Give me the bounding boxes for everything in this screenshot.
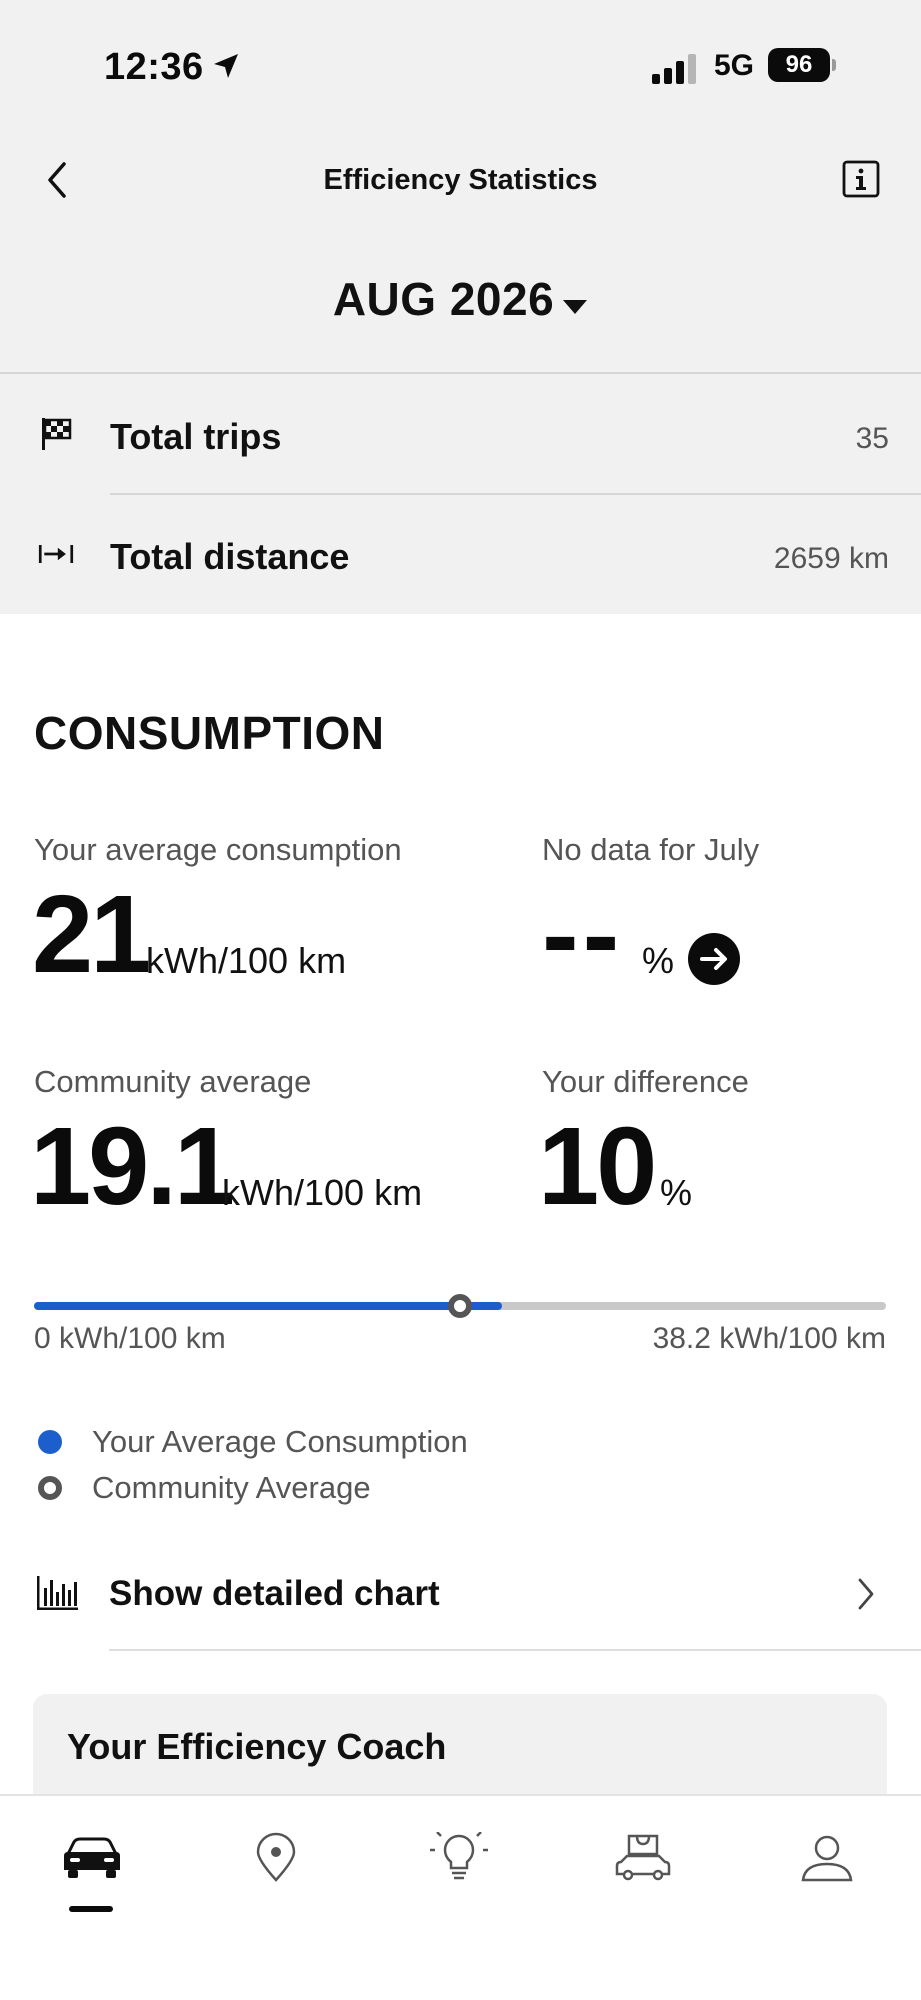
total-distance-label: Total distance [110,536,350,577]
legend-community-label: Community Average [92,1470,371,1505]
community-average-value: 19.1 [30,1105,235,1228]
month-selector[interactable]: AUG 2026 [0,272,921,328]
previous-month-arrow-button[interactable] [688,933,740,985]
total-trips-value: 35 [855,422,889,455]
your-average-unit: kWh/100 km [146,940,347,981]
profile-icon [801,1835,853,1882]
your-consumption-fill [34,1302,502,1310]
your-average-label: Your average consumption [34,832,402,867]
location-pin-icon [256,1832,296,1882]
car-icon [64,1837,120,1878]
lightbulb-icon [430,1832,488,1880]
previous-month-label: No data for July [542,832,760,867]
battery-icon: 96 [768,48,836,82]
blue-dot-icon [38,1430,62,1454]
community-average-unit: kWh/100 km [222,1172,423,1213]
total-distance-row: Total distance 2659 km [0,496,921,614]
tab-map[interactable] [241,1832,311,1902]
tab-vehicle[interactable] [57,1832,127,1912]
total-trips-row: Total trips 35 [0,376,921,494]
total-trips-label: Total trips [110,416,282,457]
your-average-value: 21 [32,873,151,996]
community-average-marker [448,1294,472,1318]
show-detailed-chart-row[interactable]: Show detailed chart [0,1560,921,1648]
efficiency-coach-title: Your Efficiency Coach [67,1726,447,1767]
info-icon[interactable] [842,160,880,198]
tab-bar [0,1794,921,2000]
tab-shop[interactable] [608,1832,678,1902]
arrow-right-icon [700,948,727,970]
page-title: Efficiency Statistics [323,164,598,196]
range-max-label: 38.2 kWh/100 km [652,1322,886,1355]
difference-unit: % [660,1172,693,1213]
tab-tips[interactable] [424,1832,494,1902]
divider [110,493,921,495]
checkered-flag-icon [42,418,72,450]
nav-bar: Efficiency Statistics [0,150,921,210]
distance-arrow-icon [38,545,74,563]
consumption-range-bar [34,1294,886,1318]
difference-label: Your difference [542,1064,749,1099]
month-label: AUG 2026 [332,273,555,325]
previous-month-value: -- [542,873,624,996]
divider [109,1649,921,1651]
chevron-right-icon [858,1578,874,1610]
caret-down-icon [563,299,588,314]
legend-your-label: Your Average Consumption [92,1424,468,1459]
community-average-label: Community average [34,1064,312,1099]
previous-month-unit: % [642,940,675,981]
difference-value: 10 [538,1105,657,1228]
ring-dot-icon [38,1476,62,1500]
header-area: 12:36 5G 96 Efficiency Statistics AUG 20… [0,0,921,614]
status-bar: 12:36 5G 96 [0,44,921,92]
car-shop-icon [615,1834,671,1881]
battery-level: 96 [768,48,830,82]
active-tab-indicator [69,1906,113,1912]
tab-profile[interactable] [792,1832,862,1902]
battery-tip [832,59,836,71]
range-min-label: 0 kWh/100 km [34,1322,226,1355]
bar-chart-icon [37,1576,78,1610]
show-detailed-chart-label: Show detailed chart [109,1574,440,1613]
divider [0,372,921,374]
signal-icon [652,54,696,84]
status-time: 12:36 [104,46,204,88]
network-type: 5G [714,49,755,82]
consumption-title: CONSUMPTION [34,707,385,759]
total-distance-value: 2659 km [773,542,889,575]
location-arrow-icon [214,54,238,78]
